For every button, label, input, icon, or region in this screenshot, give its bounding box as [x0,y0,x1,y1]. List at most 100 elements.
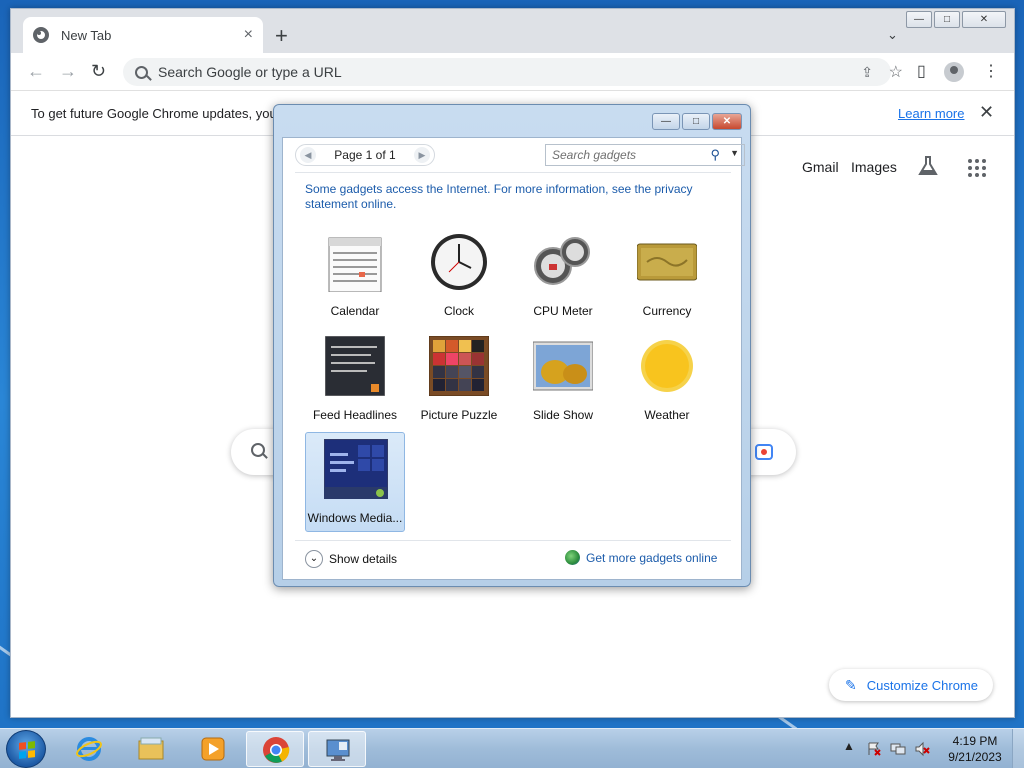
divider [295,540,731,541]
next-page-icon[interactable]: ▶ [413,147,430,163]
globe-icon [565,550,580,565]
taskbar-internet-explorer[interactable] [60,731,118,767]
gadget-label: Currency [642,304,692,318]
tab-search-icon[interactable]: ⌄ [887,27,898,43]
tab-strip: New Tab × + ⌄ — □ ✕ [11,9,1014,53]
picture-puzzle-icon [429,336,489,396]
profile-avatar-icon[interactable] [944,62,964,82]
labs-flask-icon[interactable] [917,155,939,177]
get-more-gadgets-link[interactable]: Get more gadgets online [565,550,717,565]
gadget-clock[interactable]: Clock [409,226,509,326]
currency-icon [637,243,697,281]
reload-icon[interactable]: ↻ [91,62,106,80]
new-tab-button[interactable]: + [275,25,288,47]
privacy-notice-link[interactable]: Some gadgets access the Internet. For mo… [305,182,725,212]
forward-arrow-icon[interactable]: → [59,62,77,80]
search-icon [251,443,265,457]
learn-more-link[interactable]: Learn more [898,106,964,121]
gadgets-close-button[interactable]: ✕ [712,113,742,130]
chrome-logo-icon [33,27,49,43]
slide-show-icon [533,341,593,391]
chrome-logo-icon [263,737,290,763]
gadget-weather[interactable]: Weather [617,330,717,430]
share-icon[interactable]: ⇪ [861,64,873,81]
taskbar: ▲ 4:19 PM 9/21/2023 [0,728,1024,768]
internet-explorer-icon [76,737,102,761]
taskbar-file-explorer[interactable] [122,731,180,767]
gadget-label: Windows Media... [307,511,403,525]
customize-chrome-label: Customize Chrome [866,677,978,693]
minimize-button[interactable]: — [906,11,932,28]
gadgets-panel: ◀ Page 1 of 1 ▶ Search gadgets ⚲ ▼ Some … [282,137,745,580]
volume-muted-icon[interactable] [914,741,930,757]
infobar-close-icon[interactable]: ✕ [979,102,994,123]
search-dropdown-icon[interactable]: ▼ [730,148,739,158]
gadget-cpu-meter[interactable]: CPU Meter [513,226,613,326]
menu-kebab-icon[interactable]: ⋮ [983,61,999,81]
taskbar-media-player[interactable] [184,731,242,767]
images-link[interactable]: Images [851,159,897,175]
show-details-toggle[interactable]: ⌄ Show details [305,550,397,568]
gadget-label: Feed Headlines [312,408,398,422]
search-gadgets-input[interactable]: Search gadgets ⚲ ▼ [545,144,745,166]
maximize-button[interactable]: □ [934,11,960,28]
magnifier-icon[interactable]: ⚲ [710,147,720,163]
tab-title: New Tab [61,27,112,43]
gmail-link[interactable]: Gmail [802,159,839,175]
windows-logo-icon [19,741,35,759]
system-clock[interactable]: 4:19 PM 9/21/2023 [940,733,1010,765]
gadget-feed-headlines[interactable]: Feed Headlines [305,330,405,430]
page-label: Page 1 of 1 [334,148,396,162]
gadgets-minimize-button[interactable]: — [652,113,680,130]
infobar-text: To get future Google Chrome updates, you [31,106,277,121]
taskbar-gadgets[interactable] [308,731,366,767]
media-player-icon [201,737,225,761]
gadget-slide-show[interactable]: Slide Show [513,330,613,430]
desktop-gadgets-icon [326,739,350,761]
show-details-label: Show details [329,552,398,566]
gadget-label: Clock [443,304,474,318]
prev-page-icon[interactable]: ◀ [300,147,316,163]
tab-new-tab[interactable]: New Tab × [23,17,263,53]
show-hidden-icons-arrow[interactable]: ▲ [843,739,855,753]
omnibox-placeholder: Search Google or type a URL [158,64,342,80]
divider [295,172,731,173]
gadget-label: CPU Meter [533,304,593,318]
google-lens-icon[interactable] [755,444,773,460]
close-window-button[interactable]: ✕ [962,11,1006,28]
gadget-currency[interactable]: Currency [617,226,717,326]
weather-sun-icon [641,340,693,392]
cpu-meter-icon [534,237,590,285]
show-desktop-button[interactable] [1012,729,1024,768]
google-apps-icon[interactable] [968,159,986,177]
start-button[interactable] [6,730,46,768]
gadgets-window: — □ ✕ ◀ Page 1 of 1 ▶ Search gadgets ⚲ ▼… [273,104,751,587]
clock-time: 4:19 PM [952,734,998,748]
pencil-icon: ✎ [845,676,857,693]
gadget-label: Slide Show [532,408,594,422]
gadget-label: Picture Puzzle [420,408,498,422]
window-controls: — □ ✕ [906,11,1006,28]
clock-icon [431,234,487,290]
folder-icon [138,737,164,760]
customize-chrome-button[interactable]: ✎ Customize Chrome [829,669,993,701]
mouse-pointer-icon [349,432,365,450]
side-panel-icon[interactable]: ▯ [917,61,926,81]
browser-toolbar: ← → ↻ Search Google or type a URL ⇪ ☆ ▯ … [11,53,1014,91]
network-icon[interactable] [890,741,906,757]
gadget-picture-puzzle[interactable]: Picture Puzzle [409,330,509,430]
search-icon [135,65,148,79]
taskbar-chrome[interactable] [246,731,304,767]
back-arrow-icon[interactable]: ← [27,62,45,80]
gadgets-maximize-button[interactable]: □ [682,113,710,130]
calendar-icon [328,237,382,292]
bookmark-star-icon[interactable]: ☆ [889,62,903,82]
search-gadgets-placeholder: Search gadgets [552,148,637,162]
action-center-flag-icon[interactable] [866,741,882,757]
page-navigator: ◀ Page 1 of 1 ▶ [295,144,435,166]
gadgets-window-controls: — □ ✕ [652,113,742,130]
tab-close-icon[interactable]: × [244,26,253,44]
gadget-calendar[interactable]: Calendar [305,226,405,326]
omnibox[interactable]: Search Google or type a URL ⇪ ☆ [123,58,903,86]
feed-headlines-icon [325,336,385,396]
